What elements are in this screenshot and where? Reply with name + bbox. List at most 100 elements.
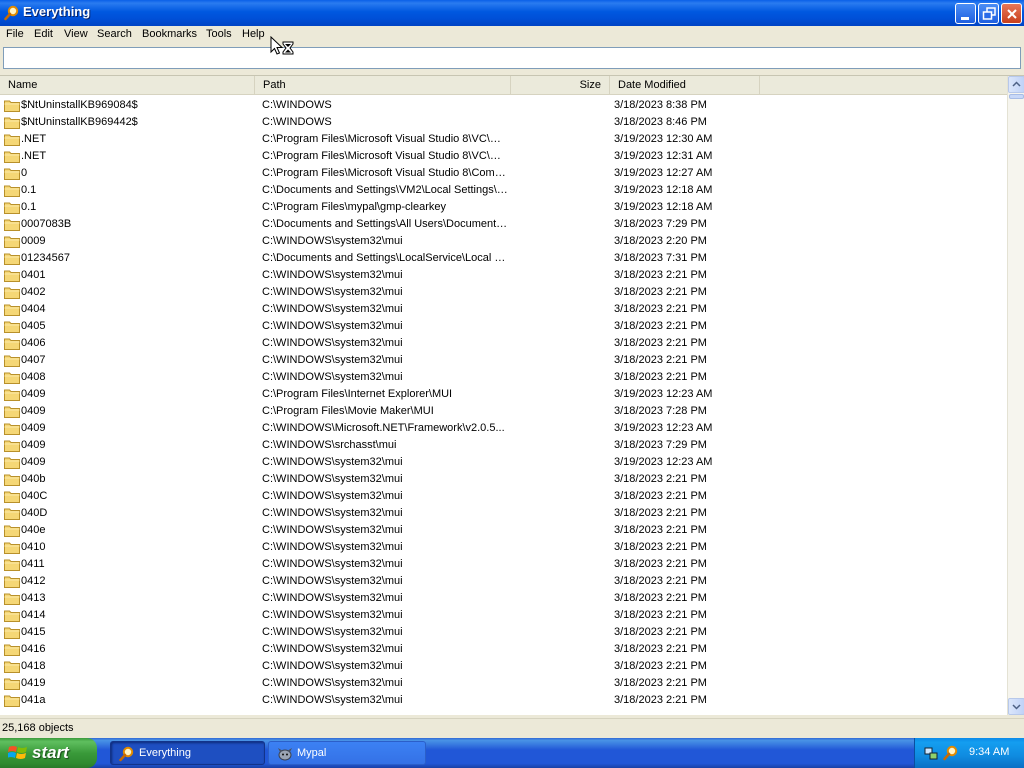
table-row[interactable]: 0405 C:\WINDOWS\system32\mui 3/18/2023 2:2…	[0, 318, 1007, 335]
scroll-down-button[interactable]	[1008, 698, 1024, 715]
row-name: 041a	[21, 694, 46, 706]
table-row[interactable]: 0416 C:\WINDOWS\system32\mui 3/18/2023 2:2…	[0, 641, 1007, 658]
table-row[interactable]: 0409 C:\WINDOWS\srchasst\mui 3/18/2023 7:2…	[0, 437, 1007, 454]
table-row[interactable]: 0407 C:\WINDOWS\system32\mui 3/18/2023 2:2…	[0, 352, 1007, 369]
row-date-modified: 3/18/2023 2:21 PM	[614, 507, 707, 519]
row-path: C:\WINDOWS\system32\mui	[262, 626, 403, 638]
folder-icon	[4, 644, 20, 656]
vertical-scrollbar[interactable]	[1007, 76, 1024, 715]
table-row[interactable]: .NET C:\Program Files\Microsoft Visual St…	[0, 148, 1007, 165]
row-path: C:\Program Files\Movie Maker\MUI	[262, 405, 434, 417]
minimize-button[interactable]	[955, 3, 976, 24]
folder-icon	[4, 678, 20, 690]
row-date-modified: 3/18/2023 2:21 PM	[614, 626, 707, 638]
scroll-thumb[interactable]	[1009, 94, 1024, 99]
folder-icon	[4, 168, 20, 180]
table-row[interactable]: 0402 C:\WINDOWS\system32\mui 3/18/2023 2:2…	[0, 284, 1007, 301]
clock[interactable]: 9:34 AM	[969, 746, 1009, 758]
table-row[interactable]: $NtUninstallKB969442$ C:\WINDOWS 3/18/2023…	[0, 114, 1007, 131]
table-row[interactable]: 0408 C:\WINDOWS\system32\mui 3/18/2023 2:2…	[0, 369, 1007, 386]
table-row[interactable]: 0415 C:\WINDOWS\system32\mui 3/18/2023 2:2…	[0, 624, 1007, 641]
table-row[interactable]: 040D C:\WINDOWS\system32\mui 3/18/2023 2:2…	[0, 505, 1007, 522]
scroll-up-button[interactable]	[1008, 76, 1024, 93]
menu-bookmarks[interactable]: Bookmarks	[141, 28, 198, 40]
network-icon[interactable]	[923, 745, 939, 761]
results-list[interactable]: Name Path Size Date Modified $NtUninstal…	[0, 75, 1024, 715]
table-row[interactable]: 040b C:\WINDOWS\system32\mui 3/18/2023 2:2…	[0, 471, 1007, 488]
table-row[interactable]: 0410 C:\WINDOWS\system32\mui 3/18/2023 2:2…	[0, 539, 1007, 556]
row-date-modified: 3/18/2023 7:31 PM	[614, 252, 707, 264]
table-row[interactable]: 0412 C:\WINDOWS\system32\mui 3/18/2023 2:2…	[0, 573, 1007, 590]
table-row[interactable]: 0406 C:\WINDOWS\system32\mui 3/18/2023 2:2…	[0, 335, 1007, 352]
table-row[interactable]: 0409 C:\WINDOWS\system32\mui 3/19/2023 12:…	[0, 454, 1007, 471]
table-row[interactable]: 0409 C:\Program Files\Movie Maker\MUI 3/18…	[0, 403, 1007, 420]
table-row[interactable]: 0419 C:\WINDOWS\system32\mui 3/18/2023 2:2…	[0, 675, 1007, 692]
start-button[interactable]: start	[0, 738, 97, 768]
table-row[interactable]: 0 C:\Program Files\Microsoft Visual Studi…	[0, 165, 1007, 182]
column-size[interactable]: Size	[511, 76, 610, 95]
row-path: C:\WINDOWS\system32\mui	[262, 643, 403, 655]
menu-search[interactable]: Search	[96, 28, 133, 40]
table-row[interactable]: 041a C:\WINDOWS\system32\mui 3/18/2023 2:2…	[0, 692, 1007, 709]
row-name: 0009	[21, 235, 46, 247]
taskbar-button-everything[interactable]: Everything	[110, 741, 265, 765]
column-name[interactable]: Name	[0, 76, 255, 95]
table-row[interactable]: 0.1 C:\Program Files\mypal\gmp-clearkey 3/…	[0, 199, 1007, 216]
menu-edit[interactable]: Edit	[33, 28, 54, 40]
taskbar-button-mypal[interactable]: Mypal	[268, 741, 426, 765]
table-row[interactable]: 0414 C:\WINDOWS\system32\mui 3/18/2023 2:2…	[0, 607, 1007, 624]
column-path[interactable]: Path	[255, 76, 511, 95]
row-date-modified: 3/18/2023 7:29 PM	[614, 439, 707, 451]
folder-icon	[4, 406, 20, 418]
title-bar[interactable]: Everything	[0, 0, 1024, 26]
table-row[interactable]: 0007083B C:\Documents and Settings\All Us…	[0, 216, 1007, 233]
table-row[interactable]: 0411 C:\WINDOWS\system32\mui 3/18/2023 2:2…	[0, 556, 1007, 573]
magnifier-icon	[4, 5, 19, 21]
menu-file[interactable]: File	[5, 28, 25, 40]
folder-icon	[4, 525, 20, 537]
row-path: C:\WINDOWS\system32\mui	[262, 507, 403, 519]
table-row[interactable]: 0409 C:\Program Files\Internet Explorer\M…	[0, 386, 1007, 403]
table-row[interactable]: $NtUninstallKB969084$ C:\WINDOWS 3/18/2023…	[0, 97, 1007, 114]
search-box[interactable]	[3, 47, 1021, 69]
table-row[interactable]: 040C C:\WINDOWS\system32\mui 3/18/2023 2:2…	[0, 488, 1007, 505]
row-name: 0404	[21, 303, 46, 315]
row-path: C:\WINDOWS\Microsoft.NET\Framework\v2.0.…	[262, 422, 505, 434]
table-row[interactable]: .NET C:\Program Files\Microsoft Visual St…	[0, 131, 1007, 148]
folder-icon	[4, 372, 20, 384]
magnifier-icon[interactable]	[943, 745, 959, 761]
row-name: 0413	[21, 592, 46, 604]
restore-button[interactable]	[978, 3, 999, 24]
menu-view[interactable]: View	[63, 28, 89, 40]
table-row[interactable]: 0.1 C:\Documents and Settings\VM2\Local S…	[0, 182, 1007, 199]
close-button[interactable]	[1001, 3, 1022, 24]
row-date-modified: 3/18/2023 2:21 PM	[614, 286, 707, 298]
table-row[interactable]: 0409 C:\WINDOWS\Microsoft.NET\Framework\v…	[0, 420, 1007, 437]
row-date-modified: 3/19/2023 12:18 AM	[614, 184, 713, 196]
menu-tools[interactable]: Tools	[205, 28, 233, 40]
table-row[interactable]: 01234567 C:\Documents and Settings\LocalS…	[0, 250, 1007, 267]
column-date-modified[interactable]: Date Modified	[610, 76, 760, 95]
folder-icon	[4, 151, 20, 163]
row-name: 0411	[21, 558, 45, 570]
menu-help[interactable]: Help	[241, 28, 266, 40]
table-row[interactable]: 0404 C:\WINDOWS\system32\mui 3/18/2023 2:2…	[0, 301, 1007, 318]
row-name: 0.1	[21, 184, 37, 196]
folder-icon	[4, 253, 20, 265]
row-path: C:\WINDOWS\system32\mui	[262, 320, 403, 332]
table-row[interactable]: 0418 C:\WINDOWS\system32\mui 3/18/2023 2:2…	[0, 658, 1007, 675]
table-row[interactable]: 0009 C:\WINDOWS\system32\mui 3/18/2023 2:2…	[0, 233, 1007, 250]
table-row[interactable]: 0401 C:\WINDOWS\system32\mui 3/18/2023 2:2…	[0, 267, 1007, 284]
table-row[interactable]: 0413 C:\WINDOWS\system32\mui 3/18/2023 2:2…	[0, 590, 1007, 607]
row-date-modified: 3/18/2023 2:20 PM	[614, 235, 707, 247]
row-name: 040b	[21, 473, 46, 485]
search-input[interactable]	[4, 48, 1020, 68]
folder-icon	[4, 440, 20, 452]
start-label: start	[32, 743, 69, 762]
row-name: 0402	[21, 286, 46, 298]
table-row[interactable]: 040e C:\WINDOWS\system32\mui 3/18/2023 2:2…	[0, 522, 1007, 539]
minimize-icon	[961, 17, 969, 20]
row-path: C:\WINDOWS\system32\mui	[262, 524, 403, 536]
row-date-modified: 3/19/2023 12:18 AM	[614, 201, 713, 213]
windows-logo-icon	[8, 746, 27, 759]
